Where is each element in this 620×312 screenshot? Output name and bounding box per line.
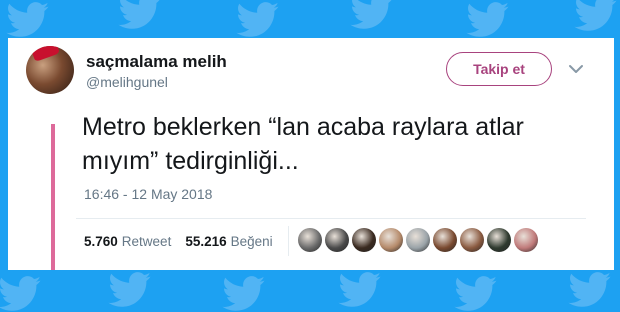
twitter-bird-icon (118, 0, 162, 30)
liker-avatar[interactable] (433, 228, 457, 252)
like-stat[interactable]: 55.216 Beğeni (185, 234, 272, 249)
liker-avatars (298, 228, 538, 252)
retweet-label: Retweet (121, 234, 172, 249)
liker-avatar[interactable] (352, 228, 376, 252)
liker-avatar[interactable] (487, 228, 511, 252)
twitter-bird-icon (236, 2, 280, 38)
thread-line (51, 124, 55, 270)
twitter-bird-icon (0, 276, 42, 312)
liker-avatar[interactable] (514, 228, 538, 252)
liker-avatar[interactable] (406, 228, 430, 252)
twitter-bird-icon (338, 272, 382, 308)
user-handle[interactable]: @melihgunel (86, 74, 168, 90)
divider (76, 218, 586, 219)
follow-button[interactable]: Takip et (446, 52, 552, 86)
santa-hat-icon (30, 46, 60, 62)
like-label: Beğeni (230, 234, 273, 249)
twitter-bird-icon (222, 276, 266, 312)
tweet-text: Metro beklerken “lan acaba raylara atlar… (82, 110, 602, 178)
stats-separator (288, 226, 289, 256)
retweet-stat[interactable]: 5.760 Retweet (84, 234, 171, 249)
twitter-bird-icon (454, 276, 498, 312)
tweet-card: saçmalama melih @melihgunel Takip et Met… (8, 38, 614, 270)
twitter-bird-icon (574, 0, 618, 32)
retweet-count: 5.760 (84, 234, 118, 249)
avatar[interactable] (26, 46, 74, 94)
twitter-bird-icon (108, 272, 152, 308)
timestamp[interactable]: 16:46 - 12 May 2018 (84, 186, 212, 202)
twitter-bird-icon (568, 272, 612, 308)
chevron-down-icon[interactable] (568, 62, 584, 74)
twitter-bird-icon (350, 0, 394, 30)
like-count: 55.216 (185, 234, 227, 249)
liker-avatar[interactable] (298, 228, 322, 252)
liker-avatar[interactable] (325, 228, 349, 252)
twitter-bird-icon (466, 2, 510, 38)
liker-avatar[interactable] (379, 228, 403, 252)
display-name[interactable]: saçmalama melih (86, 52, 227, 72)
liker-avatar[interactable] (460, 228, 484, 252)
tweet-text-line: mıyım” tedirginliği... (82, 147, 299, 175)
tweet-stats: 5.760 Retweet 55.216 Beğeni (84, 234, 273, 249)
tweet-text-line: Metro beklerken “lan acaba raylara atlar (82, 113, 524, 141)
twitter-bird-icon (6, 2, 50, 38)
